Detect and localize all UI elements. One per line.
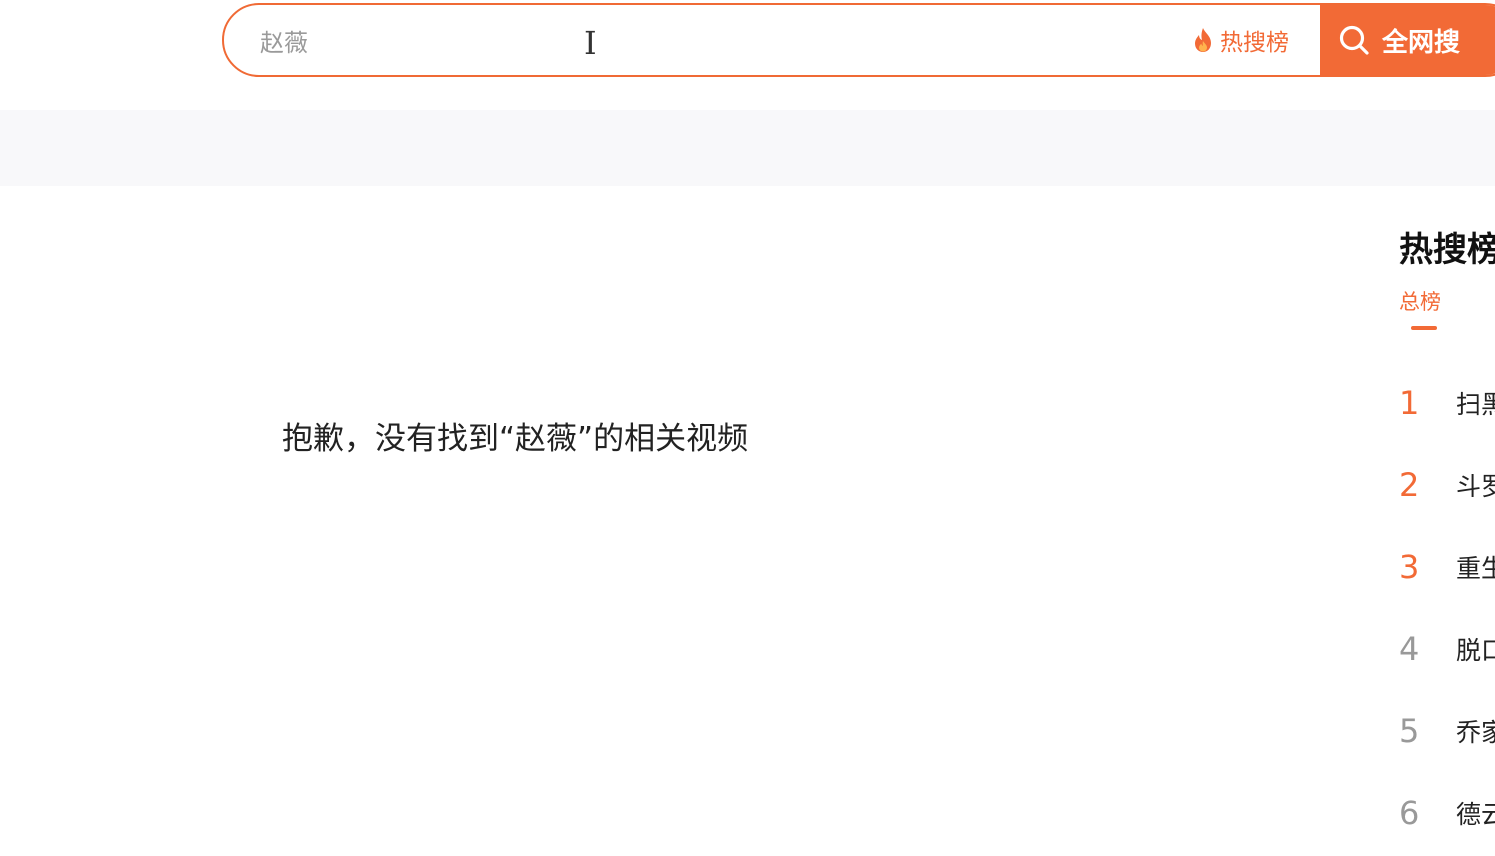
search-results-page: I 热搜榜 全网搜 抱歉，没有找到“赵薇”的相关视频 热搜榜 总榜 1 [0,0,1495,856]
hot-search-link[interactable]: 热搜榜 [1192,5,1289,75]
text-cursor-icon: I [584,24,597,62]
hot-search-item[interactable]: 2 斗罗 [1399,444,1495,526]
search-all-label: 全网搜 [1382,27,1461,58]
hot-search-title: 热搜榜 [1399,230,1495,270]
hot-item-text: 脱口 [1456,636,1495,665]
hot-search-item[interactable]: 1 扫黑 [1399,362,1495,444]
hot-item-text: 重生 [1456,554,1495,583]
hot-rank: 5 [1399,712,1420,750]
hot-search-label: 热搜榜 [1220,30,1289,56]
hot-search-list: 1 扫黑 2 斗罗 3 重生 4 脱口 5 乔家 6 德云 [1399,362,1495,854]
flame-icon [1195,28,1211,52]
hot-search-panel: 热搜榜 总榜 1 扫黑 2 斗罗 3 重生 4 脱口 5 乔家 6 德云 [1399,222,1495,832]
hot-item-text: 扫黑 [1456,390,1495,419]
search-all-button[interactable]: 全网搜 [1320,5,1495,75]
empty-result-message: 抱歉，没有找到“赵薇”的相关视频 [282,421,749,457]
tab-overall-label: 总榜 [1399,290,1441,314]
hot-rank: 6 [1399,794,1420,832]
hot-rank: 2 [1399,466,1420,504]
hot-item-text: 德云 [1456,800,1495,829]
hot-item-text: 乔家 [1456,718,1495,747]
hot-search-item[interactable]: 5 乔家 [1399,690,1495,772]
hot-rank: 3 [1399,548,1420,586]
tab-active-indicator [1411,326,1437,330]
hot-rank: 1 [1399,384,1420,422]
search-bar: I 热搜榜 全网搜 [222,3,1495,77]
search-input[interactable] [260,5,1120,75]
hot-search-item[interactable]: 4 脱口 [1399,608,1495,690]
search-icon [1339,25,1369,55]
hot-search-item[interactable]: 6 德云 [1399,772,1495,854]
filter-bar [0,110,1495,186]
tab-overall[interactable]: 总榜 [1399,286,1455,330]
hot-search-item[interactable]: 3 重生 [1399,526,1495,608]
hot-item-text: 斗罗 [1456,472,1495,501]
hot-rank: 4 [1399,630,1420,668]
